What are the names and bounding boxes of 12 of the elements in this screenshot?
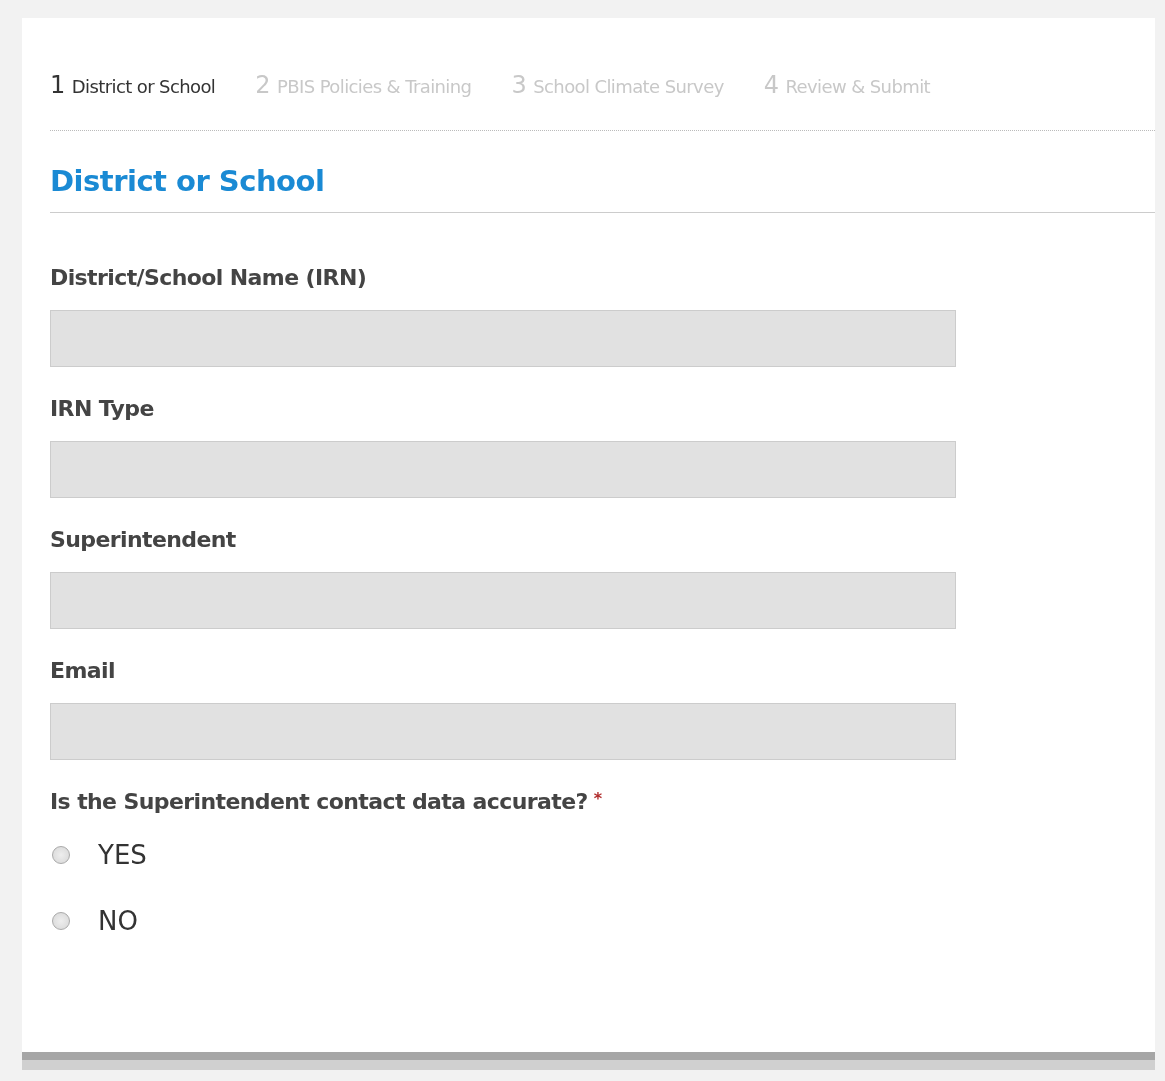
question-label: Is the Superintendent contact data accurate?	[50, 789, 588, 814]
field-label: IRN Type	[50, 396, 155, 421]
option-label: YES	[98, 840, 147, 870]
field-label: Superintendent	[50, 527, 237, 552]
field-label: Email	[50, 658, 116, 683]
required-mark: *	[593, 789, 602, 808]
option-label: NO	[98, 906, 138, 936]
section-title: District or School	[50, 131, 1155, 213]
radio-button[interactable]	[52, 912, 70, 930]
radio-button[interactable]	[52, 846, 70, 864]
field-label: District/School Name (IRN)	[50, 265, 368, 290]
step-tab[interactable]: 1 District or School	[50, 71, 216, 99]
